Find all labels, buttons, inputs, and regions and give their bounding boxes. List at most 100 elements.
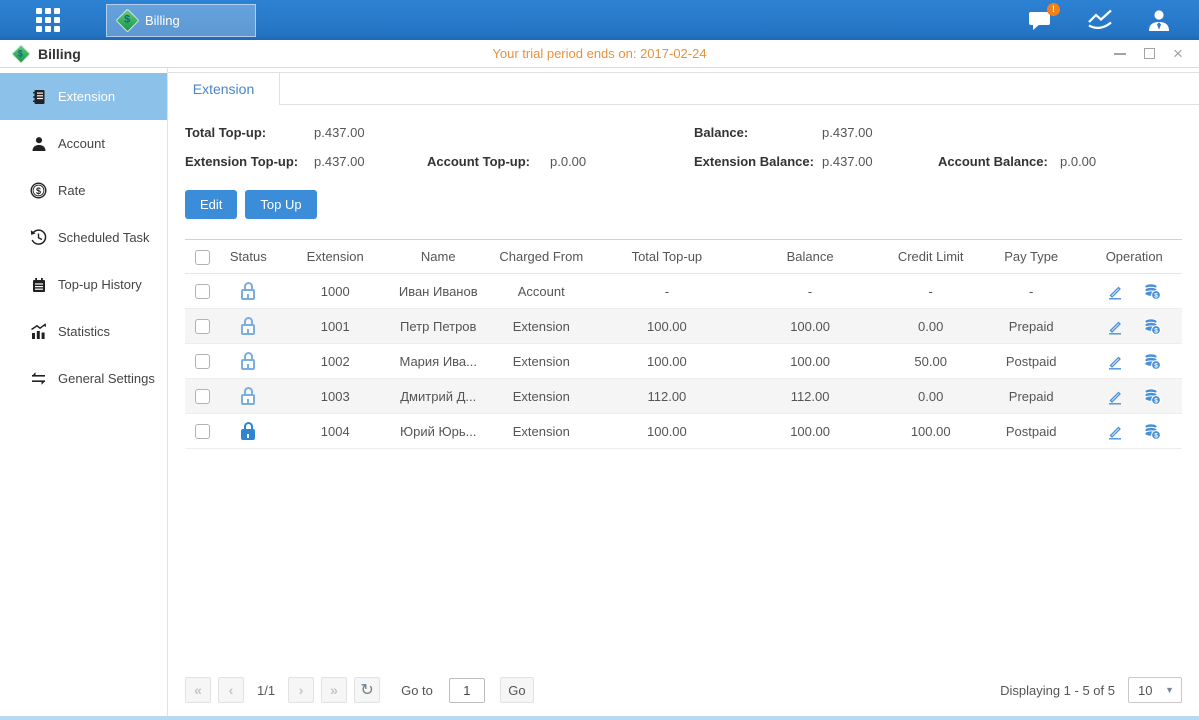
sidebar-item-label: Top-up History <box>58 277 142 292</box>
close-icon[interactable]: × <box>1171 47 1185 61</box>
extension-balance-label: Extension Balance: <box>694 154 822 169</box>
svg-text:$: $ <box>1154 397 1158 404</box>
total-topup-cell: - <box>599 274 735 309</box>
sidebar-item-label: General Settings <box>58 371 155 386</box>
content-area: Extension Account $ <box>0 68 1199 716</box>
pagination-bar: « ‹ 1/1 › » ↻ Go to Go Displaying 1 - 5 … <box>168 677 1199 716</box>
top-up-row-icon[interactable]: $ <box>1143 388 1161 405</box>
toolbar: Edit Top Up <box>185 190 1182 219</box>
col-status: Status <box>219 240 277 274</box>
sidebar-item-rate[interactable]: $ Rate <box>0 167 167 214</box>
sidebar-item-account[interactable]: Account <box>0 120 167 167</box>
top-up-row-icon[interactable]: $ <box>1143 353 1161 370</box>
window-controls: × <box>1113 47 1185 61</box>
select-all-checkbox[interactable] <box>195 250 210 265</box>
main-panel: Extension Total Top-up: p.437.00 Balance… <box>168 68 1199 716</box>
page-size-value: 10 <box>1129 683 1152 698</box>
trial-notice: Your trial period ends on: 2017-02-24 <box>0 46 1199 61</box>
go-button[interactable]: Go <box>500 677 534 703</box>
app-launcher-icon[interactable] <box>36 8 60 32</box>
goto-page-input[interactable] <box>449 678 485 703</box>
bar-chart-icon <box>30 323 47 340</box>
row-checkbox[interactable] <box>195 389 210 404</box>
taskbar-tab-billing[interactable]: $ Billing <box>106 4 256 37</box>
pay-type-cell: Postpaid <box>976 344 1087 379</box>
resource-monitor-icon[interactable] <box>1087 9 1113 31</box>
sidebar-item-label: Statistics <box>58 324 110 339</box>
top-up-row-icon[interactable]: $ <box>1143 423 1161 440</box>
chevron-down-icon: ▼ <box>1165 685 1174 695</box>
refresh-icon[interactable]: ↻ <box>354 677 380 703</box>
charged-from-cell: Extension <box>483 379 599 414</box>
sliders-icon <box>30 370 47 387</box>
pay-type-cell: Prepaid <box>976 379 1087 414</box>
table-row[interactable]: 1001 Петр Петров Extension 100.00 100.00… <box>185 309 1182 344</box>
top-up-row-icon[interactable]: $ <box>1143 283 1161 300</box>
charged-from-cell: Account <box>483 274 599 309</box>
col-name: Name <box>393 240 483 274</box>
sidebar-item-general-settings[interactable]: General Settings <box>0 355 167 402</box>
last-page-button[interactable]: » <box>321 677 347 703</box>
extension-balance-value: p.437.00 <box>822 154 938 169</box>
row-checkbox[interactable] <box>195 284 210 299</box>
name-cell: Дмитрий Д... <box>393 379 483 414</box>
table-row[interactable]: 1000 Иван Иванов Account - - - - $ <box>185 274 1182 309</box>
name-cell: Мария Ива... <box>393 344 483 379</box>
edit-row-icon[interactable] <box>1107 283 1123 300</box>
extension-topup-value: p.437.00 <box>314 154 427 169</box>
extension-cell: 1004 <box>277 414 393 449</box>
table-row[interactable]: 1004 Юрий Юрь... Extension 100.00 100.00… <box>185 414 1182 449</box>
col-charged-from: Charged From <box>483 240 599 274</box>
account-topup-label: Account Top-up: <box>427 154 550 169</box>
account-balance-value: p.0.00 <box>1060 154 1182 169</box>
total-topup-cell: 112.00 <box>599 379 735 414</box>
first-page-button[interactable]: « <box>185 677 211 703</box>
status-lock-icon <box>240 387 256 405</box>
status-lock-icon <box>240 282 256 300</box>
total-topup-cell: 100.00 <box>599 414 735 449</box>
col-credit-limit: Credit Limit <box>885 240 975 274</box>
displaying-text: Displaying 1 - 5 of 5 <box>1000 683 1115 698</box>
row-checkbox[interactable] <box>195 319 210 334</box>
svg-text:$: $ <box>1154 292 1158 299</box>
tab-extension[interactable]: Extension <box>168 73 280 105</box>
sidebar-item-label: Scheduled Task <box>58 230 150 245</box>
charged-from-cell: Extension <box>483 414 599 449</box>
dollar-circle-icon: $ <box>30 182 47 199</box>
page-size-select[interactable]: 10 ▼ <box>1128 677 1182 703</box>
total-topup-cell: 100.00 <box>599 309 735 344</box>
extension-cell: 1003 <box>277 379 393 414</box>
edit-row-icon[interactable] <box>1107 388 1123 405</box>
account-balance-label: Account Balance: <box>938 154 1060 169</box>
col-balance: Balance <box>735 240 886 274</box>
top-up-row-icon[interactable]: $ <box>1143 318 1161 335</box>
edit-row-icon[interactable] <box>1107 353 1123 370</box>
prev-page-button[interactable]: ‹ <box>218 677 244 703</box>
credit-limit-cell: 0.00 <box>885 309 975 344</box>
minimize-icon[interactable] <box>1113 47 1127 61</box>
table-row[interactable]: 1002 Мария Ива... Extension 100.00 100.0… <box>185 344 1182 379</box>
row-checkbox[interactable] <box>195 424 210 439</box>
charged-from-cell: Extension <box>483 344 599 379</box>
window-titlebar: $ Billing Your trial period ends on: 201… <box>0 40 1199 68</box>
top-up-button[interactable]: Top Up <box>245 190 316 219</box>
window-title: Billing <box>38 46 81 62</box>
page-indicator: 1/1 <box>257 683 275 698</box>
edit-row-icon[interactable] <box>1107 423 1123 440</box>
next-page-button[interactable]: › <box>288 677 314 703</box>
user-icon[interactable] <box>1147 9 1171 32</box>
row-checkbox[interactable] <box>195 354 210 369</box>
extension-cell: 1001 <box>277 309 393 344</box>
sidebar-item-topup-history[interactable]: Top-up History <box>0 261 167 308</box>
goto-label: Go to <box>401 683 433 698</box>
maximize-icon[interactable] <box>1142 47 1156 61</box>
sidebar-item-scheduled-task[interactable]: Scheduled Task <box>0 214 167 261</box>
table-row[interactable]: 1003 Дмитрий Д... Extension 112.00 112.0… <box>185 379 1182 414</box>
sidebar-item-statistics[interactable]: Statistics <box>0 308 167 355</box>
sidebar-item-extension[interactable]: Extension <box>0 73 167 120</box>
messages-icon[interactable]: ! <box>1028 9 1053 32</box>
edit-row-icon[interactable] <box>1107 318 1123 335</box>
edit-button[interactable]: Edit <box>185 190 237 219</box>
charged-from-cell: Extension <box>483 309 599 344</box>
svg-text:$: $ <box>1154 327 1158 334</box>
